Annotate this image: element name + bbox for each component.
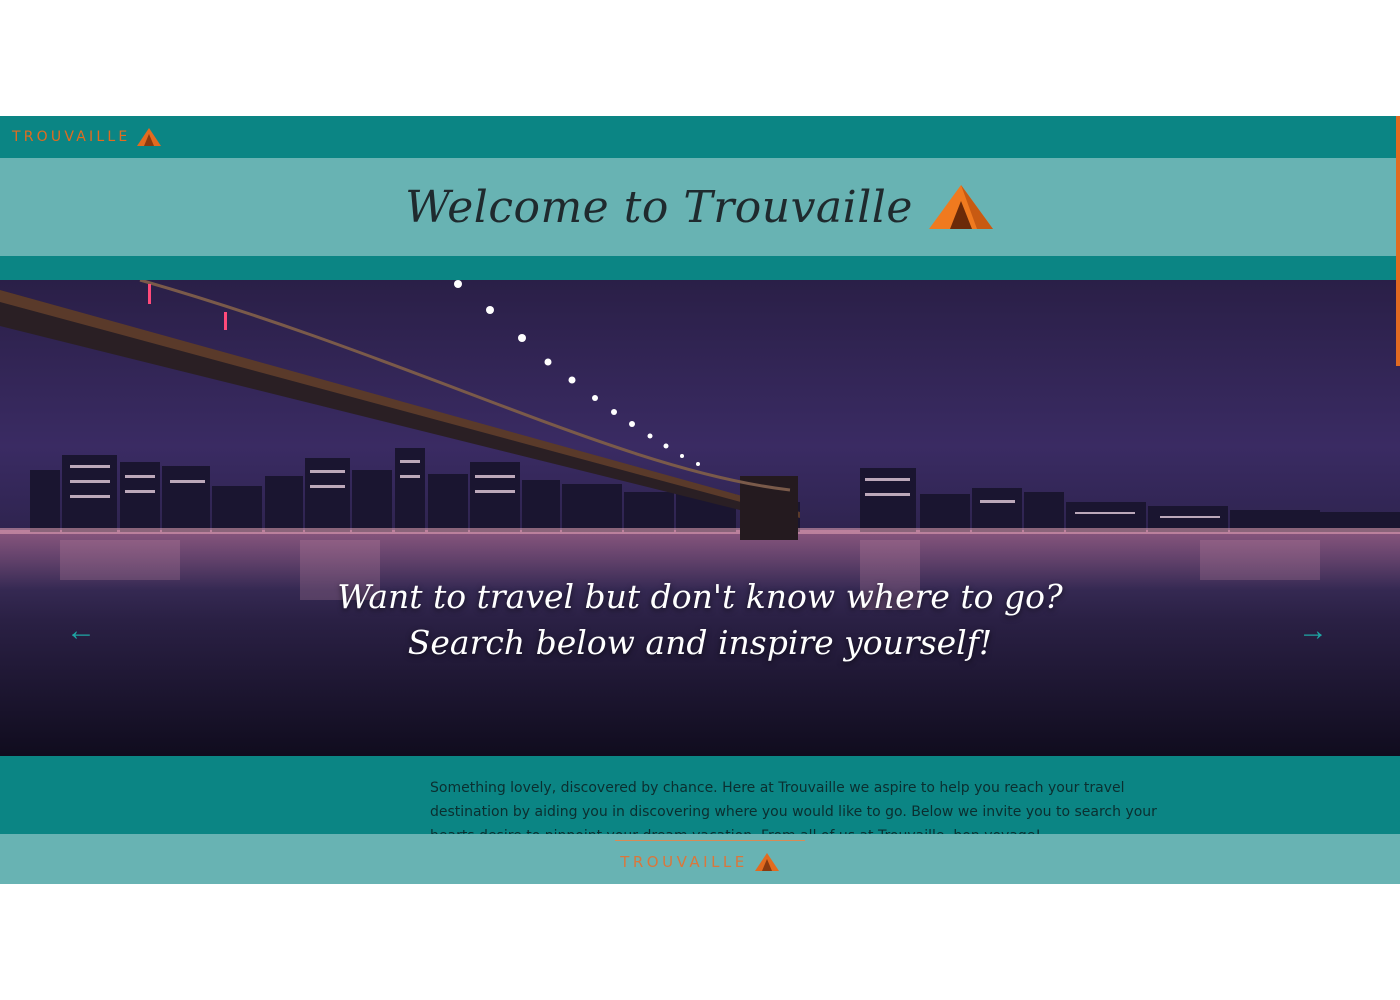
hero-caption-line2: Search below and inspire yourself! <box>407 623 993 662</box>
brand-logo-link[interactable]: TROUVAILLE <box>12 126 162 148</box>
footer-brand: TROUVAILLE <box>0 852 1400 872</box>
hero-caption: Want to travel but don't know where to g… <box>0 574 1400 666</box>
footer-divider <box>615 840 805 841</box>
tent-icon <box>754 853 779 871</box>
city-bridge-night-image <box>0 280 1400 756</box>
top-navbar: TROUVAILLE <box>0 116 1400 158</box>
intro-paragraph: Something lovely, discovered by chance. … <box>430 780 1157 834</box>
page: TROUVAILLE Welcome to Trouvaille ← → Wan… <box>0 116 1400 884</box>
brand-name: TROUVAILLE <box>12 129 131 145</box>
tent-icon <box>928 185 993 229</box>
welcome-banner: Welcome to Trouvaille <box>0 158 1400 256</box>
hero-carousel: ← → Want to travel but don't know where … <box>0 280 1400 756</box>
footer-brand-name: TROUVAILLE <box>620 853 748 871</box>
footer: TROUVAILLE <box>0 834 1400 884</box>
tent-icon <box>137 128 162 146</box>
hero-caption-line1: Want to travel but don't know where to g… <box>337 577 1063 616</box>
page-title: Welcome to Trouvaille <box>405 181 913 233</box>
scrollbar-thumb[interactable] <box>1396 116 1400 366</box>
